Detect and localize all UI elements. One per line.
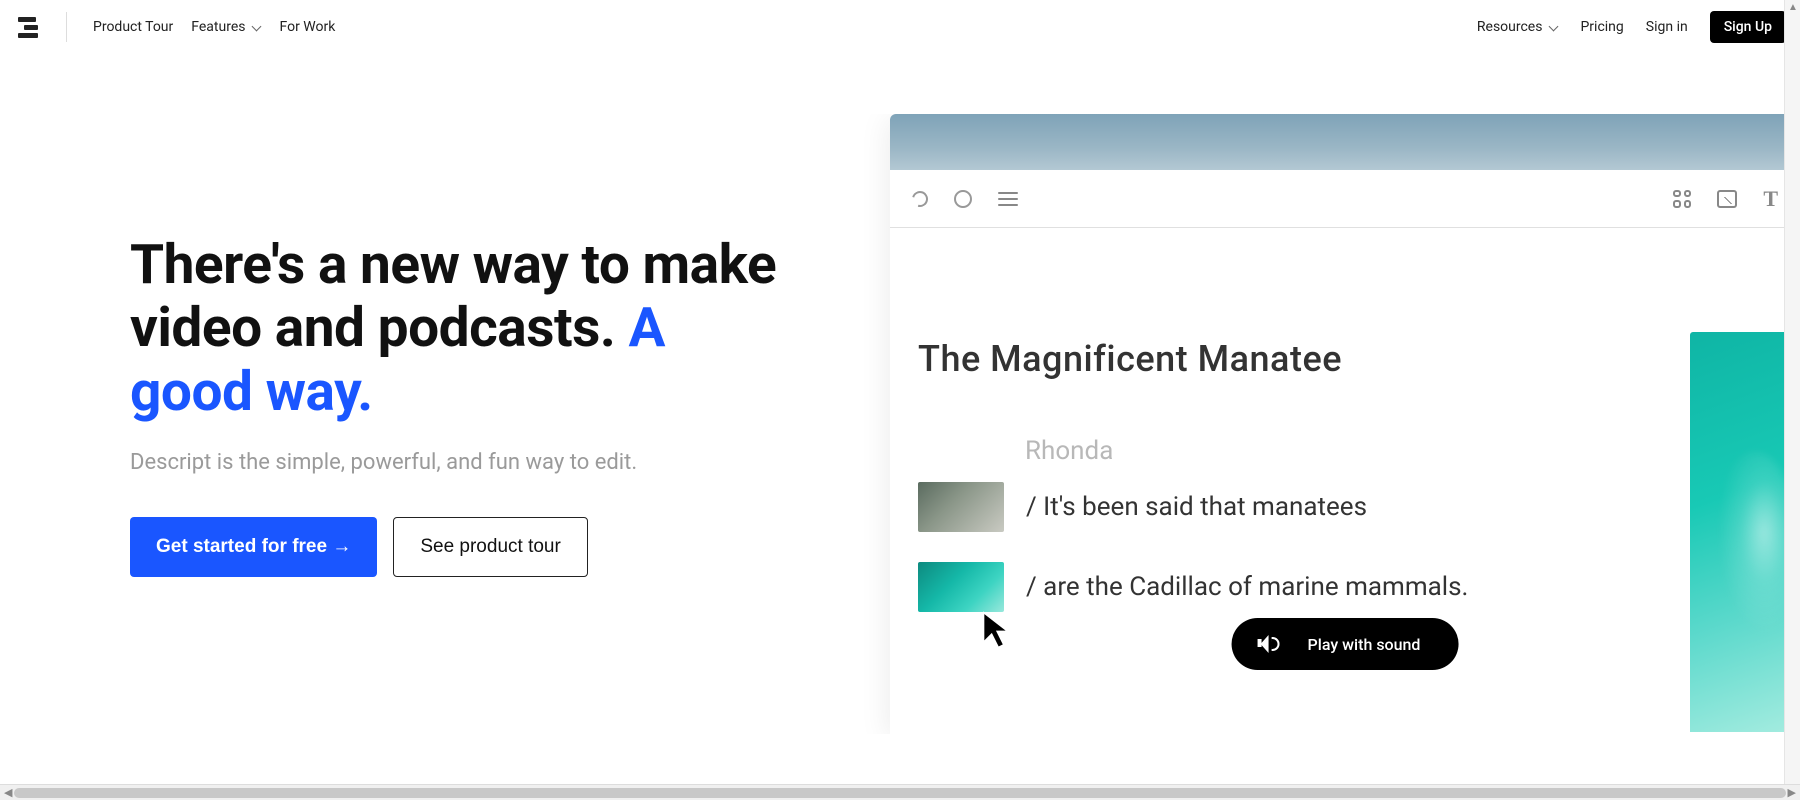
- toolbar-right: T: [1673, 186, 1778, 212]
- demo-toolbar: T: [890, 170, 1800, 228]
- demo-title: The Magnificent Manatee: [918, 338, 1770, 380]
- nav-pricing[interactable]: Pricing: [1580, 19, 1623, 35]
- record-icon[interactable]: [954, 190, 972, 208]
- nav-divider: [66, 12, 67, 42]
- demo-video-strip: [890, 114, 1800, 170]
- nav-features[interactable]: Features: [191, 19, 261, 35]
- hero-copy: There's a new way to make video and podc…: [0, 114, 780, 577]
- nav-for-work[interactable]: For Work: [279, 19, 335, 35]
- chevron-down-icon: [251, 22, 261, 32]
- undo-icon[interactable]: [912, 191, 928, 207]
- speaker-label: Rhonda: [1025, 436, 1770, 466]
- nav-features-label: Features: [191, 19, 245, 35]
- chevron-down-icon: [1548, 22, 1558, 32]
- headline: There's a new way to make video and podc…: [130, 234, 780, 424]
- speaker-icon: [1258, 633, 1280, 655]
- cta-row: Get started for free → See product tour: [130, 517, 780, 577]
- menu-icon[interactable]: [998, 192, 1018, 206]
- hero-demo: T The Magnificent Manatee Rhonda / It's …: [780, 114, 1800, 734]
- scroll-right-arrow-icon[interactable]: ▶: [1788, 786, 1796, 799]
- transcript-line-2[interactable]: / are the Cadillac of marine mammals.: [918, 562, 1770, 612]
- text-tool-icon[interactable]: T: [1763, 186, 1778, 212]
- transcript-line-1[interactable]: / It's been said that manatees: [918, 482, 1770, 532]
- clip-thumbnail-2: [918, 562, 1004, 612]
- nav-left: Product Tour Features For Work: [14, 12, 335, 42]
- clip-thumbnail-1: [918, 482, 1004, 532]
- image-icon[interactable]: [1717, 190, 1737, 208]
- scrollbar-thumb[interactable]: [14, 788, 1786, 798]
- brand-logo-icon[interactable]: [18, 16, 40, 38]
- hero-section: There's a new way to make video and podc…: [0, 54, 1800, 734]
- nav-sign-in[interactable]: Sign in: [1646, 19, 1688, 35]
- get-started-button[interactable]: Get started for free →: [130, 517, 377, 577]
- toolbar-left: [912, 190, 1018, 208]
- transcript-text-2: / are the Cadillac of marine mammals.: [1026, 572, 1468, 602]
- cursor-icon: [980, 610, 1014, 650]
- subheadline: Descript is the simple, powerful, and fu…: [130, 450, 780, 475]
- nav-resources[interactable]: Resources: [1477, 19, 1559, 35]
- grid-icon[interactable]: [1673, 190, 1691, 208]
- scroll-left-arrow-icon[interactable]: ◀: [4, 786, 12, 799]
- nav-product-tour[interactable]: Product Tour: [93, 19, 173, 35]
- scroll-up-arrow-icon[interactable]: ▲: [1788, 2, 1798, 13]
- sign-up-button[interactable]: Sign Up: [1710, 11, 1786, 43]
- demo-window: T The Magnificent Manatee Rhonda / It's …: [890, 114, 1800, 734]
- play-with-sound-button[interactable]: Play with sound: [1232, 618, 1459, 670]
- headline-plain: There's a new way to make video and podc…: [130, 233, 776, 360]
- nav-right: Resources Pricing Sign in Sign Up: [1477, 11, 1786, 43]
- horizontal-scrollbar[interactable]: ◀ ▶: [0, 784, 1800, 800]
- vertical-scrollbar[interactable]: ▲: [1784, 0, 1800, 784]
- see-product-tour-button[interactable]: See product tour: [393, 517, 587, 577]
- demo-body: The Magnificent Manatee Rhonda / It's be…: [890, 228, 1800, 642]
- top-nav: Product Tour Features For Work Resources…: [0, 0, 1800, 54]
- play-label: Play with sound: [1308, 635, 1421, 654]
- nav-resources-label: Resources: [1477, 19, 1543, 35]
- transcript-text-1: / It's been said that manatees: [1026, 492, 1367, 522]
